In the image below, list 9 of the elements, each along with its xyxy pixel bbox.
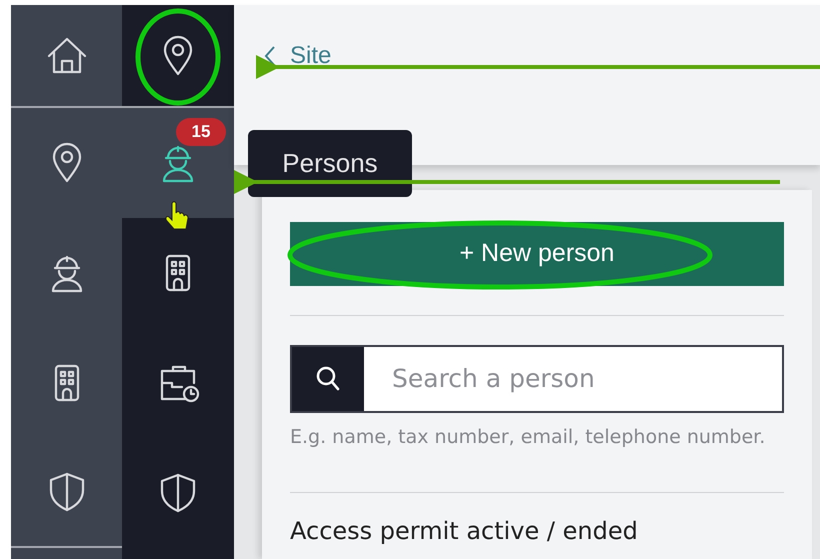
nav-item[interactable] (122, 108, 234, 218)
back-link[interactable]: Site (264, 38, 332, 74)
search-icon (315, 365, 341, 393)
chevron-left-icon (264, 45, 276, 67)
search-help-text: E.g. name, tax number, email, telephone number. (290, 425, 766, 450)
pointer-cursor-icon (165, 201, 188, 230)
section-title: Access permit active / ended (290, 516, 639, 547)
tooltip: Persons (248, 130, 412, 197)
search-field[interactable]: Search a person (290, 345, 784, 413)
